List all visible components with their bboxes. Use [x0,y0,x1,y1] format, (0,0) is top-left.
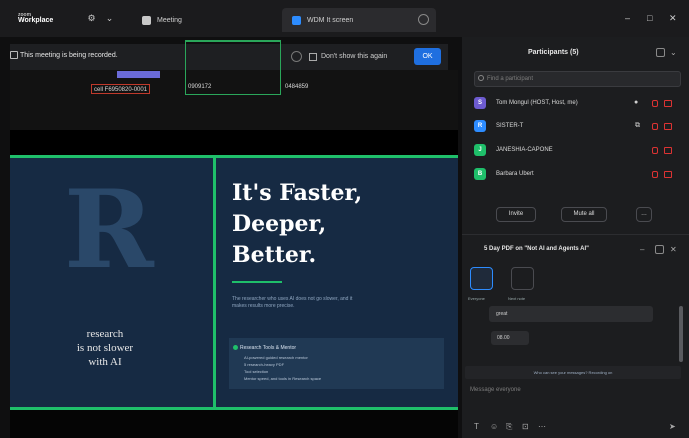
cta-line: 5 research-heavy PDF [244,362,285,367]
headline-line: It's Faster, [232,180,363,206]
close-tab-icon[interactable] [418,14,429,25]
ok-button[interactable]: OK [414,48,441,65]
tagline-line: with AI [88,356,122,368]
participant-name: SISTER-T [496,123,524,129]
close-panel-icon[interactable]: ✕ [670,245,679,254]
screenshot-icon[interactable]: ⊡ [522,422,529,431]
avatar: J [474,144,486,156]
avatar: S [474,97,486,109]
headline-rule [232,281,282,283]
tool-label: Everyone [468,296,485,301]
camera-off-icon [664,123,672,130]
share-icon: ⧉ [635,122,640,129]
maximize-icon[interactable]: □ [647,13,652,23]
tab-meeting[interactable]: Meeting [132,8,282,32]
headline-line: Better. [232,242,317,268]
chat-message: great [489,306,653,322]
tab-meeting-label: Meeting [157,16,182,24]
meeting-icon [142,15,151,25]
cta-line: Tool selection [244,369,269,374]
chevron-down-icon[interactable]: ⌄ [104,13,115,24]
participant-row[interactable]: S Tom Mongul (HOST, Host, me) ● [474,95,681,113]
close-window-icon[interactable]: ✕ [669,13,677,24]
minimize-panel-icon[interactable]: – [640,245,649,254]
invite-button[interactable]: Invite [496,207,536,222]
participant-name: Barbara Ubert [496,171,534,177]
tab-share-label: WDM It screen [307,16,354,24]
format-icon[interactable]: T [474,422,479,431]
recording-notice: This meeting is being recorded. [20,52,118,59]
participant-row[interactable]: R SISTER-T ⧉ [474,118,681,136]
slide-divider [213,158,216,407]
more-options-button[interactable]: … [636,207,652,222]
headline-line: Deeper, [232,211,327,237]
sheet-cell: cell F6950820-0001 [91,84,151,94]
message-input[interactable]: Message everyone [470,387,521,393]
app-brand: zoom Workplace [18,12,53,24]
sheet-cell: 0484859 [285,84,309,90]
chat-message: 08.00 [491,331,529,345]
participants-title: Participants (5) [528,49,579,56]
sheet-cell: 0909172 [188,84,212,90]
tool-label: Next note [508,296,526,301]
mic-muted-icon [652,100,658,107]
participant-name: Tom Mongul (HOST, Host, me) [496,100,578,106]
avatar: B [474,168,486,180]
search-icon [478,75,484,81]
panel-separator [462,234,689,235]
participant-name: JANESHIA-CAPONE [496,147,553,153]
slide-headline: It's Faster, Deeper, Better. [232,178,362,271]
tagline-line: is not slower [76,342,134,354]
help-icon[interactable] [291,51,302,62]
chat-title: 5 Day PDF on "Not AI and Agents AI" [484,246,590,252]
chevron-down-icon[interactable]: ⌄ [670,48,679,57]
cta-line: AI-powered guided research mentor [244,355,308,360]
cta-line: Mentor speed, and tools in Research spac… [244,376,322,381]
tab-share-screen[interactable]: WDM It screen [282,8,436,32]
slide-tagline: research is not slower with AI [40,327,170,369]
chat-scrollbar[interactable] [679,306,683,362]
popout-icon[interactable] [656,48,665,57]
dont-show-checkbox[interactable] [309,53,317,61]
popout-icon[interactable] [655,245,664,254]
emoji-icon[interactable]: ☺ [490,422,498,431]
slide-logo-letter: R [64,167,154,293]
send-icon[interactable]: ➤ [669,422,676,431]
shared-screen-bottom [10,410,458,438]
mic-muted-icon [652,123,658,130]
next-note-tool-button[interactable] [511,267,534,290]
chat-visibility-hint[interactable]: Who can see your messages? Recording on [465,366,681,379]
camera-off-icon [664,147,672,154]
cta-title: Research Tools & Mentor [240,345,297,351]
dont-show-label: Don't show this again [321,53,388,60]
camera-off-icon [664,171,672,178]
mute-all-button[interactable]: Mute all [561,207,607,222]
check-icon [233,345,238,350]
settings-icon[interactable]: ⚙ [86,13,97,24]
slide-subtext: The researcher who uses AI does not go s… [232,296,353,309]
tagline-line: research [86,328,124,340]
participant-row[interactable]: J JANESHIA-CAPONE [474,142,681,160]
minimize-icon[interactable]: – [625,13,630,23]
chat-bubble-icon: ● [634,99,639,106]
camera-off-icon [664,100,672,107]
highlight-tag [117,71,160,78]
participant-row[interactable]: B Barbara Ubert [474,166,681,184]
everyone-tool-button[interactable] [470,267,493,290]
brand-line-2: Workplace [18,17,54,24]
title-bar: zoom Workplace ⚙ ⌄ Meeting WDM It screen… [0,0,689,37]
recording-icon [10,51,18,59]
mic-muted-icon [652,171,658,178]
avatar: R [474,120,486,132]
file-icon[interactable]: ⎘ [506,422,512,432]
share-screen-icon [292,15,301,25]
search-placeholder: Find a participant [487,76,534,82]
mic-muted-icon [652,147,658,154]
shared-screen-band [10,130,458,155]
more-icon[interactable]: ⋯ [538,422,546,431]
